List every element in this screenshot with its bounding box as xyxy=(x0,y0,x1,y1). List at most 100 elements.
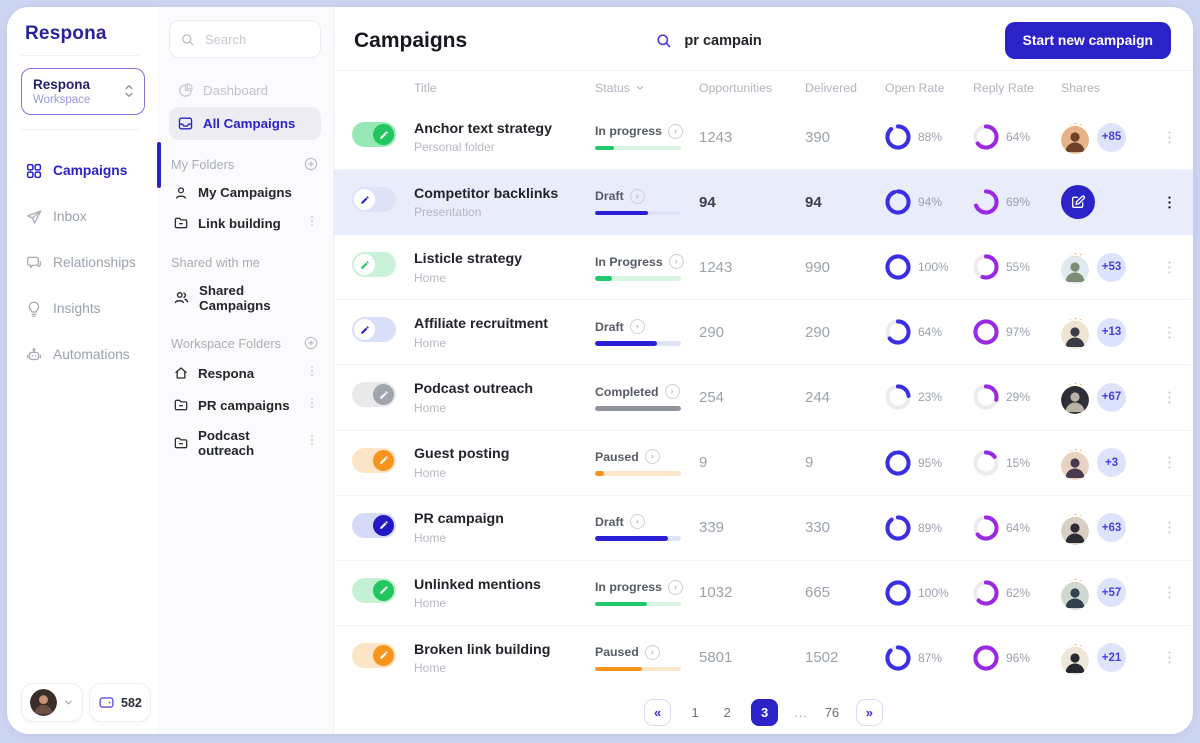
folder-item-respona[interactable]: Respona xyxy=(169,357,321,389)
shares-count-badge[interactable]: +85 xyxy=(1097,123,1126,152)
workspace-name: Respona xyxy=(33,77,90,94)
opportunities-value: 290 xyxy=(699,324,805,341)
table-row[interactable]: Guest postingHomePaused›9995%15%+3 xyxy=(334,431,1193,496)
compose-button[interactable] xyxy=(1061,185,1095,219)
sidebar-item-inbox[interactable]: Inbox xyxy=(21,198,145,236)
row-menu-dots[interactable] xyxy=(1157,324,1181,341)
campaign-toggle[interactable] xyxy=(352,643,396,668)
opportunities-value: 339 xyxy=(699,519,805,536)
delivered-value: 94 xyxy=(805,194,885,211)
campaign-toggle[interactable] xyxy=(352,187,396,212)
folder-item-my-campaigns[interactable]: My Campaigns xyxy=(169,178,321,207)
reply-rate-cell: 69% xyxy=(973,189,1061,215)
table-row[interactable]: PR campaignHomeDraft›33933089%64%+63 xyxy=(334,496,1193,561)
folder-item-label: My Campaigns xyxy=(198,185,292,200)
sidebar-item-automations[interactable]: Automations xyxy=(21,336,145,374)
shares-count-badge[interactable]: +3 xyxy=(1097,448,1126,477)
folder-item-link-building[interactable]: Link building xyxy=(169,207,321,239)
reply-rate-value: 64% xyxy=(1006,130,1030,144)
status-progress-bar xyxy=(595,276,681,281)
campaign-search[interactable] xyxy=(655,32,816,50)
shares-count-badge[interactable]: +21 xyxy=(1097,643,1126,672)
search-input[interactable] xyxy=(203,31,307,48)
item-menu-dots[interactable] xyxy=(307,396,317,415)
row-menu-dots[interactable] xyxy=(1157,389,1181,406)
shares-cell: +3 xyxy=(1061,446,1157,480)
shares-count-badge[interactable]: +57 xyxy=(1097,578,1126,607)
sidebar-item-campaigns[interactable]: Campaigns xyxy=(21,152,145,190)
shares-count-badge[interactable]: +63 xyxy=(1097,513,1126,542)
column-status[interactable]: Status xyxy=(595,81,699,95)
row-menu-dots[interactable] xyxy=(1157,129,1181,146)
column-reply-rate: Reply Rate xyxy=(973,81,1061,95)
table-row[interactable]: Podcast outreachHomeCompleted›25424423%2… xyxy=(334,365,1193,430)
folder-search[interactable] xyxy=(169,20,321,58)
plus-circle-icon xyxy=(303,335,319,351)
campaign-title: Unlinked mentions xyxy=(414,576,595,594)
campaign-toggle[interactable] xyxy=(352,578,396,603)
campaign-search-input[interactable] xyxy=(682,32,816,50)
avatar xyxy=(1061,120,1091,154)
tray-icon xyxy=(177,115,194,132)
table-row[interactable]: Broken link buildingHomePaused›580115028… xyxy=(334,626,1193,690)
shares-count-badge[interactable]: +13 xyxy=(1097,318,1126,347)
table-row[interactable]: Competitor backlinksPresentationDraft›94… xyxy=(334,170,1193,235)
folder-item-all-campaigns[interactable]: All Campaigns xyxy=(169,107,321,140)
row-menu-dots[interactable] xyxy=(1157,454,1181,471)
status-label: Draft xyxy=(595,320,624,334)
pagination-page-76[interactable]: 76 xyxy=(824,705,840,720)
sidebar-item-relationships[interactable]: Relationships xyxy=(21,244,145,282)
row-menu-dots[interactable] xyxy=(1157,519,1181,536)
campaign-toggle[interactable] xyxy=(352,122,396,147)
workspace-selector[interactable]: Respona Workspace xyxy=(21,68,145,115)
campaign-toggle[interactable] xyxy=(352,448,396,473)
table-row[interactable]: Listicle strategyHomeIn Progress›1243990… xyxy=(334,235,1193,300)
pagination-prev-button[interactable]: « xyxy=(644,699,671,726)
row-menu-dots[interactable] xyxy=(1157,194,1181,211)
campaign-toggle[interactable] xyxy=(352,317,396,342)
campaign-title: Competitor backlinks xyxy=(414,185,595,203)
donut-chart xyxy=(885,515,911,541)
row-menu-dots[interactable] xyxy=(1157,649,1181,666)
pagination-page-2[interactable]: 2 xyxy=(719,705,735,720)
campaign-folder: Home xyxy=(414,596,595,610)
donut-chart xyxy=(973,645,999,671)
item-menu-dots[interactable] xyxy=(307,214,317,233)
shares-count-badge[interactable]: +67 xyxy=(1097,383,1126,412)
row-menu-dots[interactable] xyxy=(1157,584,1181,601)
open-rate-cell: 94% xyxy=(885,189,973,215)
sidebar-item-label: Campaigns xyxy=(53,163,127,178)
donut-chart xyxy=(885,450,911,476)
pagination-page-1[interactable]: 1 xyxy=(687,705,703,720)
item-menu-dots[interactable] xyxy=(307,364,317,383)
item-menu-dots[interactable] xyxy=(307,433,317,452)
table-row[interactable]: Unlinked mentionsHomeIn progress›1032665… xyxy=(334,561,1193,626)
folder-item-dashboard[interactable]: Dashboard xyxy=(169,74,321,107)
pagination-next-button[interactable]: » xyxy=(856,699,883,726)
campaign-toggle[interactable] xyxy=(352,382,396,407)
row-menu-dots[interactable] xyxy=(1157,259,1181,276)
pagination-page-3[interactable]: 3 xyxy=(751,699,778,726)
open-rate-value: 89% xyxy=(918,521,942,535)
folder-item-pr-campaigns[interactable]: PR campaigns xyxy=(169,389,321,421)
user-menu[interactable] xyxy=(21,683,83,722)
credits-count: 582 xyxy=(121,696,142,710)
page-title: Campaigns xyxy=(354,29,467,53)
open-rate-value: 100% xyxy=(918,586,949,600)
shares-cell: +21 xyxy=(1061,641,1157,675)
status-progress-bar xyxy=(595,146,681,151)
credits-wallet[interactable]: 582 xyxy=(89,683,151,722)
shares-count-badge[interactable]: +53 xyxy=(1097,253,1126,282)
folder-item-shared-campaigns[interactable]: Shared Campaigns xyxy=(169,276,321,319)
folder-item-podcast-outreach[interactable]: Podcast outreach xyxy=(169,421,321,464)
table-row[interactable]: Anchor text strategyPersonal folderIn pr… xyxy=(334,105,1193,170)
table-row[interactable]: Affiliate recruitmentHomeDraft›29029064%… xyxy=(334,300,1193,365)
campaign-toggle[interactable] xyxy=(352,252,396,277)
status-label: In progress xyxy=(595,124,662,138)
robot-icon xyxy=(25,346,43,364)
pencil-icon xyxy=(373,384,394,405)
campaign-toggle[interactable] xyxy=(352,513,396,538)
status-progress-bar xyxy=(595,667,681,672)
sidebar-item-insights[interactable]: Insights xyxy=(21,290,145,328)
start-new-campaign-button[interactable]: Start new campaign xyxy=(1005,22,1171,59)
